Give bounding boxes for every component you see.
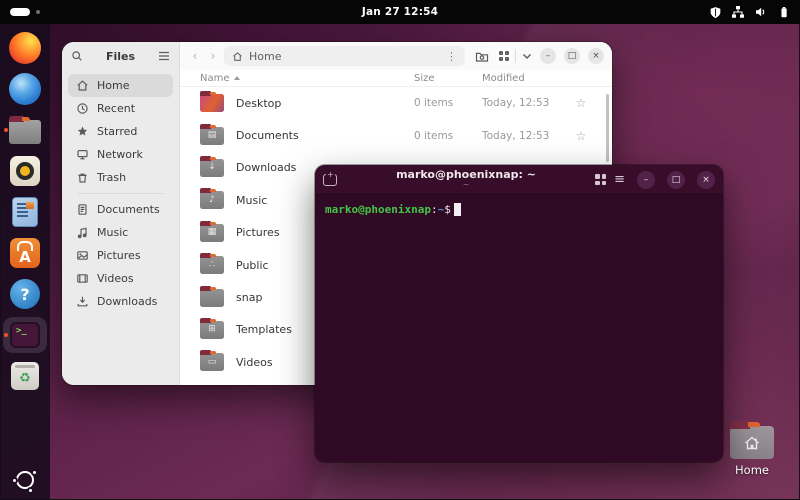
running-indicator: [4, 333, 8, 337]
column-modified[interactable]: Modified: [468, 73, 564, 84]
sidebar-item-videos[interactable]: Videos: [68, 267, 173, 290]
sidebar-item-home[interactable]: Home: [68, 74, 173, 97]
folder-icon: ▤: [200, 123, 224, 145]
files-sidebar-header[interactable]: Files: [62, 42, 179, 70]
volume-icon: [754, 5, 768, 19]
home-folder-icon: [730, 421, 774, 459]
workspace-pill-icon: [10, 8, 30, 16]
terminal-content[interactable]: marko@phoenixnap:~$: [315, 195, 723, 462]
sidebar-items: Home Recent Starred Network Trash Docume…: [62, 70, 179, 317]
close-button[interactable]: ×: [697, 170, 715, 189]
column-headers: Name Size Modified: [180, 70, 612, 87]
thunderbird-icon: [9, 73, 41, 105]
dock-item-help[interactable]: ?: [3, 276, 47, 312]
dock-item-rhythmbox[interactable]: [3, 153, 47, 189]
toolbar-divider: [515, 49, 516, 63]
terminal-menu-button[interactable]: ≡: [614, 172, 625, 187]
view-options-chevron[interactable]: [522, 52, 532, 60]
column-size[interactable]: Size: [414, 73, 468, 84]
dock-item-trash[interactable]: ♻: [3, 358, 47, 394]
sidebar-item-recent[interactable]: Recent: [68, 97, 173, 120]
tab-overview-button[interactable]: [595, 174, 607, 185]
grid-view-button[interactable]: [499, 51, 509, 61]
files-app-title: Files: [105, 49, 136, 63]
dock: A ? >_ ♻: [0, 24, 50, 500]
terminal-cursor: [453, 203, 461, 216]
files-sidebar: Files Home Recent Starred Network Trash …: [62, 42, 180, 385]
desktop-home-icon[interactable]: Home: [722, 421, 782, 477]
file-row-desktop[interactable]: Desktop 0 items Today, 12:53 ☆: [180, 87, 612, 119]
files-icon: [9, 116, 41, 144]
workspace-dot-icon: [36, 10, 40, 14]
sidebar-divider: [78, 193, 163, 194]
file-row-documents[interactable]: ▤ Documents 0 items Today, 12:53 ☆: [180, 119, 612, 151]
path-menu-button[interactable]: ⋮: [446, 50, 457, 63]
folder-icon: ▦: [200, 220, 224, 242]
activities-indicator[interactable]: [10, 8, 170, 16]
desktop-home-label: Home: [735, 463, 769, 477]
search-icon[interactable]: [71, 50, 83, 62]
running-indicator: [4, 128, 8, 132]
sidebar-item-documents[interactable]: Documents: [68, 198, 173, 221]
terminal-titlebox: marko@phoenixnap: ~ ~: [345, 168, 587, 190]
help-icon: ?: [10, 279, 40, 309]
sidebar-item-network[interactable]: Network: [68, 143, 173, 166]
show-apps-button[interactable]: [11, 468, 38, 494]
dock-item-firefox[interactable]: [3, 30, 47, 66]
dock-item-thunderbird[interactable]: [3, 71, 47, 107]
back-button[interactable]: ‹: [188, 49, 202, 64]
sidebar-item-starred[interactable]: Starred: [68, 120, 173, 143]
folder-icon: ⊞: [200, 317, 224, 339]
sidebar-item-pictures[interactable]: Pictures: [68, 244, 173, 267]
new-tab-icon[interactable]: [323, 169, 337, 186]
terminal-subtitle: ~: [462, 180, 470, 190]
path-bar[interactable]: Home ⋮: [224, 46, 465, 66]
star-button[interactable]: ☆: [564, 96, 598, 110]
close-button[interactable]: ×: [588, 48, 604, 64]
desktop: Jan 27 12:54 A ? >_ ♻ Files Home Recent …: [0, 0, 800, 500]
column-name[interactable]: Name: [200, 73, 414, 84]
search-folder-button[interactable]: [475, 50, 489, 63]
sidebar-item-downloads[interactable]: Downloads: [68, 290, 173, 313]
prompt-user-host: marko@phoenixnap: [325, 203, 431, 216]
hamburger-menu-icon[interactable]: [158, 51, 170, 61]
clock[interactable]: Jan 27 12:54: [362, 6, 438, 18]
libreoffice-icon: [12, 197, 38, 227]
minimize-button[interactable]: –: [637, 170, 655, 189]
folder-icon: ♪: [200, 188, 224, 210]
files-headerbar[interactable]: ‹ › Home ⋮ – □ ×: [180, 42, 612, 70]
maximize-button[interactable]: □: [667, 170, 685, 189]
shield-icon: [709, 6, 722, 19]
network-wired-icon: [731, 5, 745, 19]
dock-item-terminal[interactable]: >_: [3, 317, 47, 353]
scrollbar[interactable]: [606, 94, 609, 162]
folder-icon: [200, 285, 224, 307]
ubuntu-software-icon: A: [10, 238, 40, 268]
top-bar: Jan 27 12:54: [0, 0, 800, 24]
path-location: Home: [249, 49, 282, 63]
rhythmbox-icon: [10, 156, 40, 186]
minimize-button[interactable]: –: [540, 48, 556, 64]
trash-icon: ♻: [11, 362, 39, 390]
sidebar-item-music[interactable]: Music: [68, 221, 173, 244]
home-icon: [233, 51, 242, 61]
terminal-headerbar[interactable]: marko@phoenixnap: ~ ~ ≡ – □ ×: [315, 165, 723, 195]
sidebar-item-trash[interactable]: Trash: [68, 166, 173, 189]
folder-icon: ↓: [200, 155, 224, 177]
system-tray[interactable]: [630, 5, 790, 19]
dock-item-software[interactable]: A: [3, 235, 47, 271]
maximize-button[interactable]: □: [564, 48, 580, 64]
dock-item-libreoffice[interactable]: [3, 194, 47, 230]
desktop-folder-icon: [200, 91, 224, 113]
folder-icon: ▭: [200, 350, 224, 372]
forward-button[interactable]: ›: [206, 49, 220, 64]
battery-icon: [777, 5, 790, 19]
firefox-icon: [9, 32, 41, 64]
terminal-icon: >_: [10, 322, 40, 348]
terminal-window: marko@phoenixnap: ~ ~ ≡ – □ × marko@phoe…: [315, 165, 723, 462]
sort-ascending-icon: [233, 76, 240, 80]
star-button[interactable]: ☆: [564, 129, 598, 143]
folder-icon: ∴: [200, 253, 224, 275]
dock-item-files[interactable]: [3, 112, 47, 148]
